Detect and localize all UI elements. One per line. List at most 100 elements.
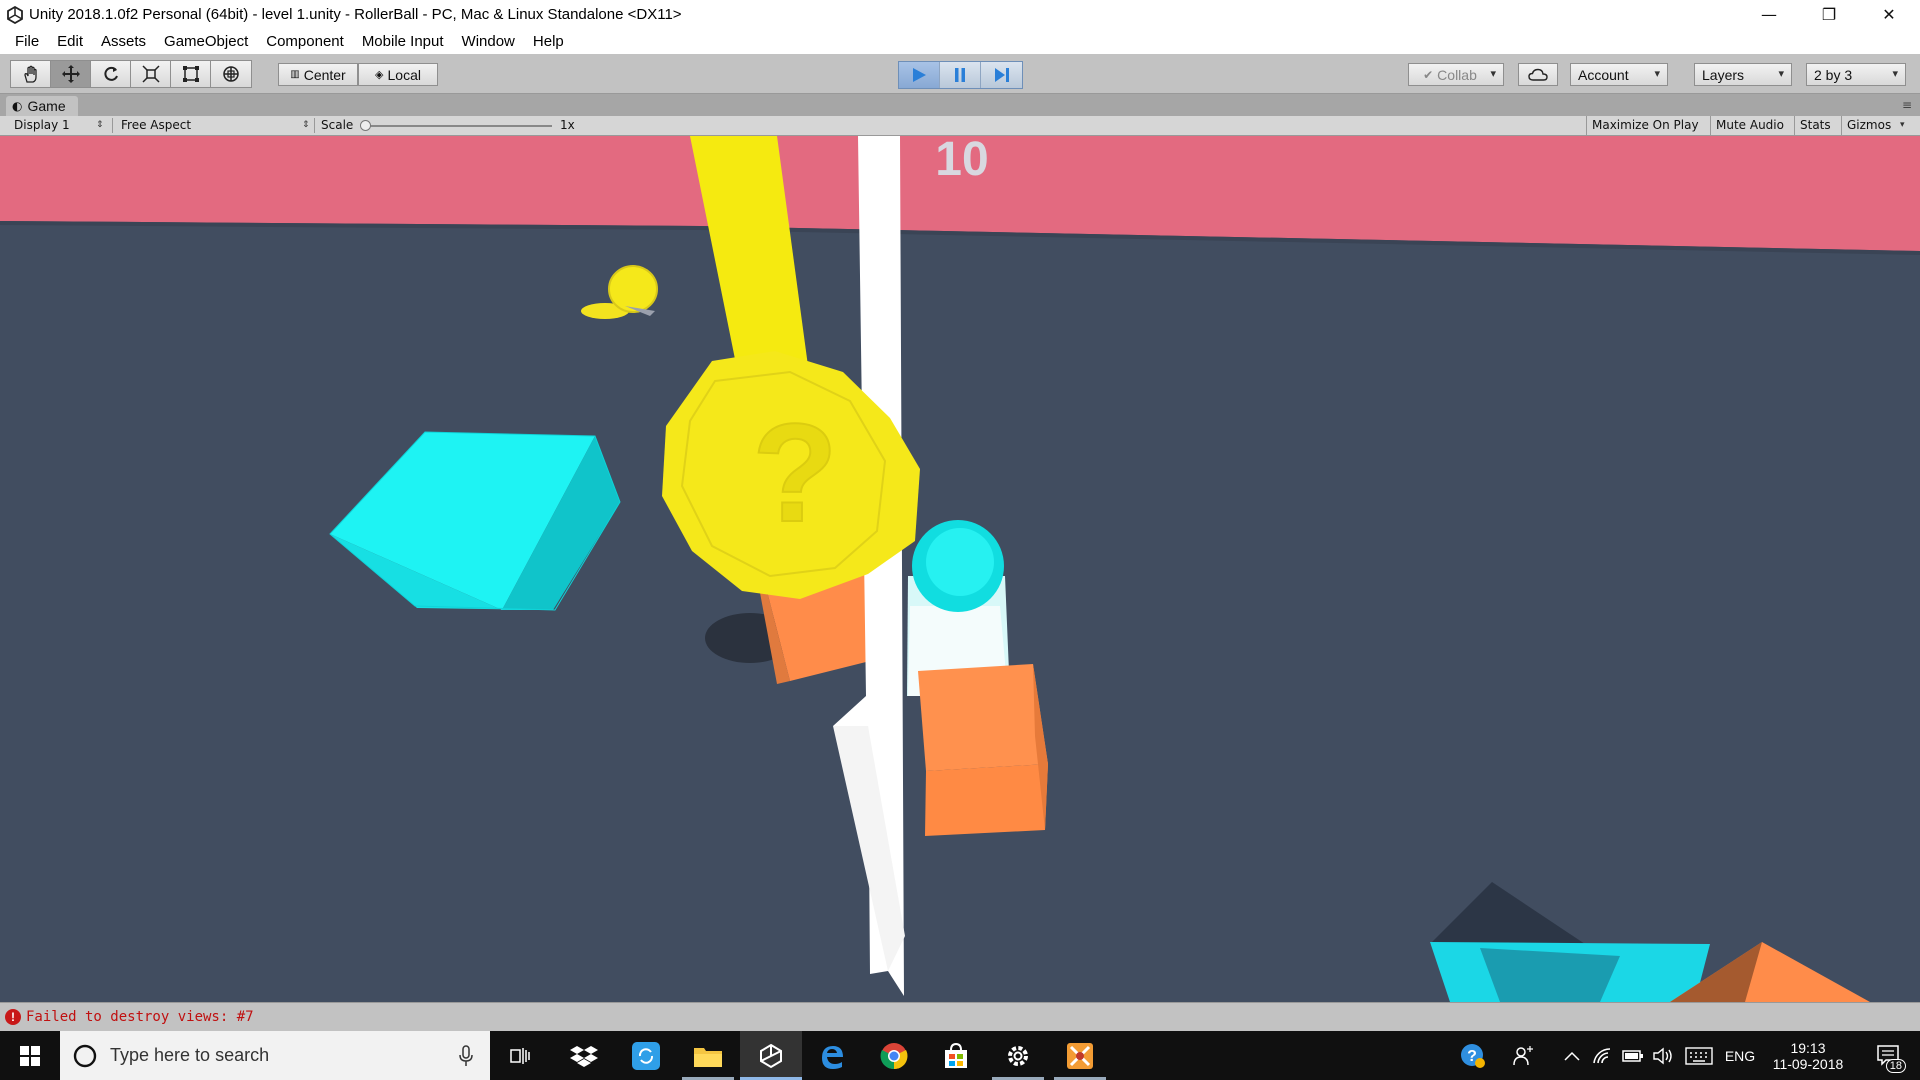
keyboard-icon[interactable]	[1682, 1031, 1716, 1080]
sync-app-icon[interactable]	[620, 1031, 672, 1080]
maximize-on-play-toggle[interactable]: Maximize On Play	[1586, 116, 1704, 135]
account-dropdown[interactable]: Account	[1570, 63, 1668, 86]
score-counter: 10	[935, 136, 989, 186]
pivot-center-button[interactable]: ▥ Center	[278, 63, 358, 86]
tab-game[interactable]: ◐ Game	[6, 96, 78, 116]
clock-time: 19:13	[1790, 1039, 1826, 1056]
pause-button[interactable]	[940, 62, 981, 88]
unity-icon[interactable]	[740, 1031, 802, 1080]
game-scene-render: ?	[0, 136, 1920, 1002]
pause-icon	[955, 68, 965, 82]
dropbox-icon[interactable]	[558, 1031, 610, 1080]
pivot-local-button[interactable]: ◈ Local	[358, 63, 438, 86]
step-button[interactable]	[981, 62, 1022, 88]
menu-component[interactable]: Component	[257, 29, 353, 54]
menu-bar: File Edit Assets GameObject Component Mo…	[0, 29, 1920, 54]
layers-dropdown[interactable]: Layers	[1694, 63, 1792, 86]
rotate-tool-button[interactable]	[91, 61, 131, 87]
restore-button[interactable]: ❐	[1800, 0, 1858, 29]
chrome-icon[interactable]	[868, 1031, 920, 1080]
move-tool-button[interactable]	[51, 61, 91, 87]
mute-audio-toggle[interactable]: Mute Audio	[1710, 116, 1789, 135]
chevron-up-icon[interactable]	[1560, 1031, 1584, 1080]
wifi-icon[interactable]	[1588, 1031, 1618, 1080]
pivot-center-icon: ▥	[290, 69, 300, 80]
rotate-icon	[103, 66, 118, 81]
menu-edit[interactable]: Edit	[48, 29, 92, 54]
divider	[314, 118, 315, 133]
task-view-icon[interactable]	[496, 1031, 544, 1080]
notification-count-badge: 18	[1885, 1059, 1906, 1073]
minimize-button[interactable]: —	[1740, 0, 1798, 29]
menu-file[interactable]: File	[6, 29, 48, 54]
menu-gameobject[interactable]: GameObject	[155, 29, 257, 54]
cloud-button[interactable]	[1518, 63, 1558, 86]
cortana-icon	[73, 1044, 97, 1067]
collab-dropdown[interactable]: ✔ Collab	[1408, 63, 1504, 86]
microphone-icon[interactable]	[458, 1044, 474, 1067]
play-icon	[913, 68, 926, 82]
gizmos-dropdown-arrow-icon: ▾	[1900, 120, 1905, 130]
svg-text:?: ?	[752, 394, 838, 551]
people-icon[interactable]	[1508, 1031, 1540, 1080]
help-tray-icon[interactable]: ?	[1454, 1031, 1492, 1080]
layout-dropdown[interactable]: 2 by 3	[1806, 63, 1906, 86]
file-explorer-icon[interactable]	[682, 1031, 734, 1080]
window-title: Unity 2018.1.0f2 Personal (64bit) - leve…	[29, 6, 682, 23]
edge-icon[interactable]	[806, 1031, 858, 1080]
scale-value: 1x	[560, 118, 575, 132]
restore-icon: ❐	[1821, 5, 1837, 24]
settings-icon[interactable]	[992, 1031, 1044, 1080]
tab-options-icon[interactable]: ≡	[1902, 98, 1912, 112]
windows-logo-icon	[20, 1045, 40, 1066]
game-tab-strip: ◐ Game ≡	[0, 94, 1920, 116]
stats-toggle[interactable]: Stats	[1794, 116, 1836, 135]
minimize-icon: —	[1761, 5, 1777, 24]
rect-tool-button[interactable]	[171, 61, 211, 87]
search-placeholder: Type here to search	[110, 1045, 270, 1065]
collab-check-icon: ✔	[1423, 67, 1434, 82]
scale-tool-button[interactable]	[131, 61, 171, 87]
game-viewport[interactable]: ? 10	[0, 136, 1920, 1002]
cloud-icon	[1528, 68, 1548, 81]
transform-icon	[223, 66, 239, 82]
aspect-dropdown[interactable]: Free Aspect	[121, 116, 191, 135]
divider	[112, 118, 113, 133]
transform-tool-button[interactable]	[211, 61, 251, 87]
scale-slider-handle[interactable]	[360, 120, 371, 131]
menu-assets[interactable]: Assets	[92, 29, 155, 54]
clock[interactable]: 19:13 11-09-2018	[1768, 1031, 1848, 1080]
windows-taskbar: Type here to search ? ENG 19:13 11-09-20…	[0, 1031, 1920, 1080]
menu-help[interactable]: Help	[524, 29, 573, 54]
move-icon	[61, 65, 80, 83]
status-message: Failed to destroy views: #7	[26, 1009, 254, 1025]
language-indicator[interactable]: ENG	[1720, 1031, 1760, 1080]
display-dropdown[interactable]: Display 1	[14, 116, 70, 135]
action-center-button[interactable]: 18	[1866, 1031, 1912, 1080]
hand-icon	[23, 65, 37, 83]
transform-tools	[10, 60, 252, 88]
hand-tool-button[interactable]	[11, 61, 51, 87]
volume-icon[interactable]	[1648, 1031, 1678, 1080]
unity-logo-icon	[0, 0, 29, 29]
scale-slider-track[interactable]	[366, 125, 552, 127]
title-bar: Unity 2018.1.0f2 Personal (64bit) - leve…	[0, 0, 1920, 29]
game-app-icon[interactable]	[1054, 1031, 1106, 1080]
console-status-bar[interactable]: ! Failed to destroy views: #7	[0, 1002, 1920, 1031]
menu-mobile-input[interactable]: Mobile Input	[353, 29, 453, 54]
start-button[interactable]	[0, 1031, 60, 1080]
play-button[interactable]	[899, 62, 940, 88]
battery-icon[interactable]	[1618, 1031, 1648, 1080]
close-button[interactable]: ✕	[1860, 0, 1918, 29]
game-controller-icon: ◐	[12, 99, 23, 113]
game-view-controls: Display 1 ⇕ Free Aspect ⇕ Scale 1x Maxim…	[0, 116, 1920, 136]
local-cube-icon: ◈	[375, 68, 384, 81]
taskbar-search-box[interactable]: Type here to search	[60, 1031, 490, 1080]
error-icon: !	[5, 1009, 21, 1025]
aspect-updown-icon: ⇕	[302, 120, 310, 130]
step-icon	[994, 68, 1009, 82]
menu-window[interactable]: Window	[453, 29, 524, 54]
display-updown-icon: ⇕	[96, 120, 104, 130]
clock-date: 11-09-2018	[1772, 1055, 1844, 1072]
store-icon[interactable]	[930, 1031, 982, 1080]
